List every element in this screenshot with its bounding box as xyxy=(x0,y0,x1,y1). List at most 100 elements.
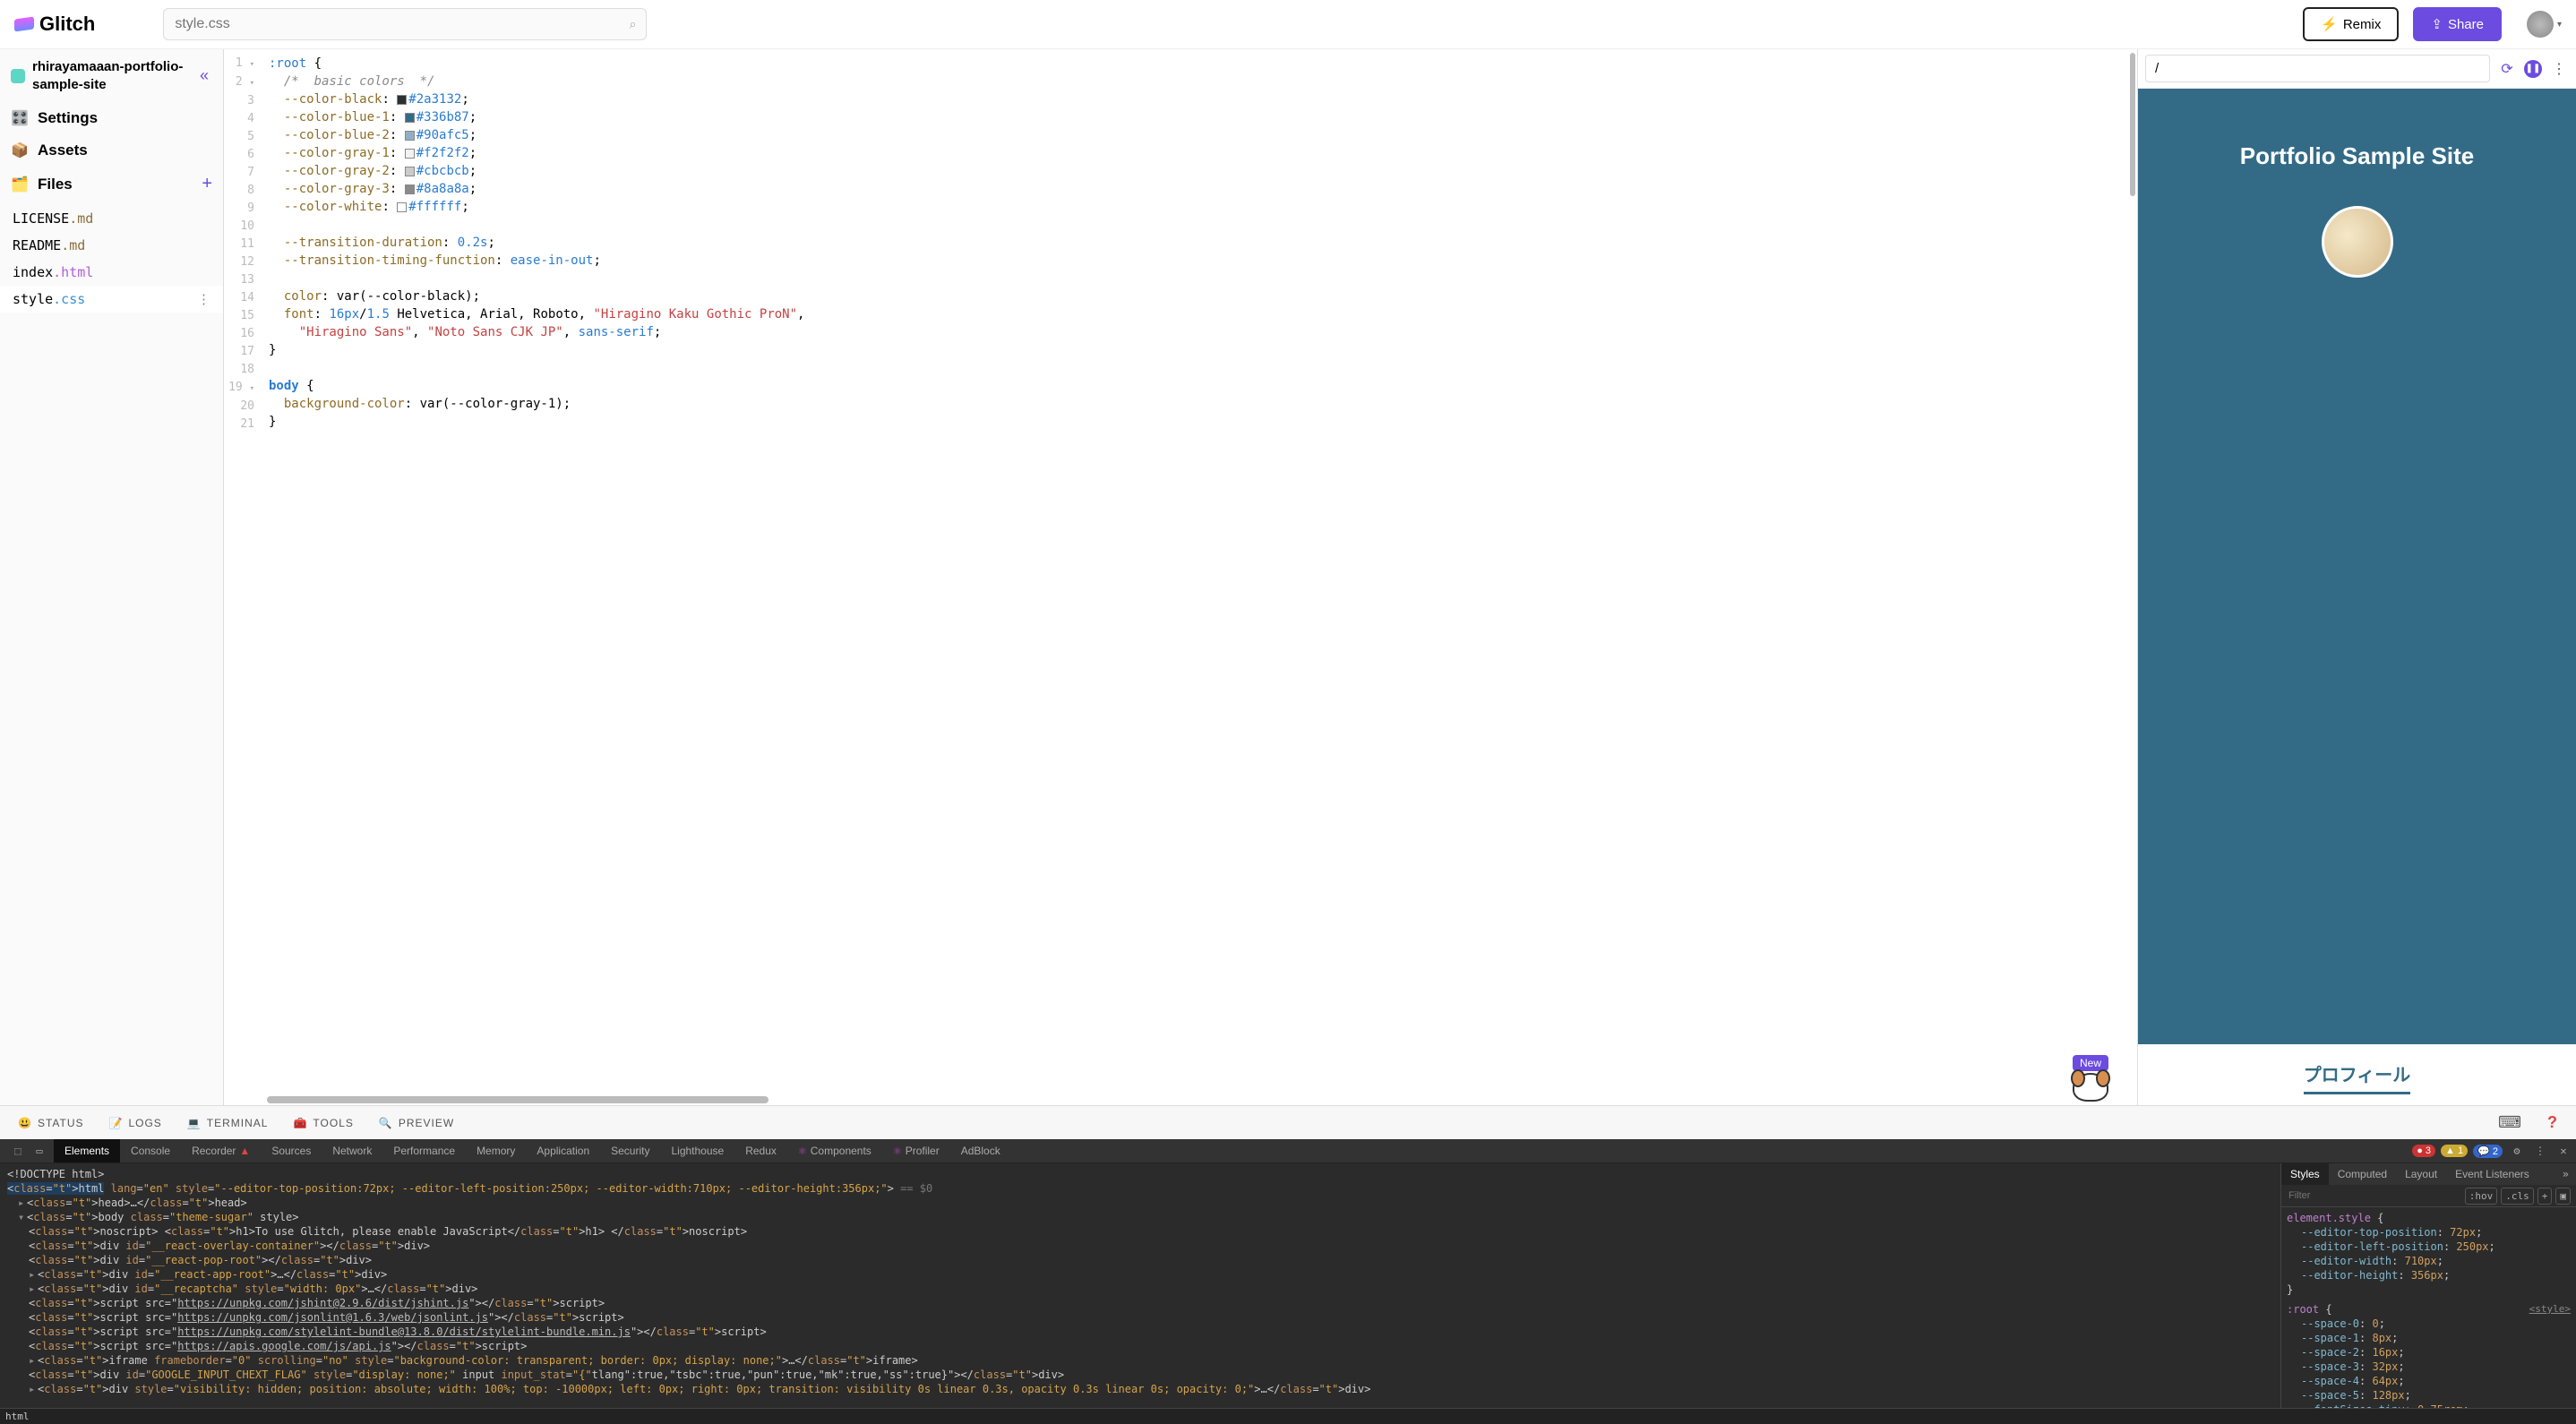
styles-filter-input[interactable] xyxy=(2287,1187,2461,1205)
styles-rules[interactable]: element.style {--editor-top-position: 72… xyxy=(2281,1207,2576,1408)
devtools-close-icon[interactable]: ✕ xyxy=(2555,1142,2572,1160)
preview-toolbar: ⟳ ❚❚ ⋮ xyxy=(2138,49,2576,89)
info-badge[interactable]: 💬 2 xyxy=(2473,1145,2503,1158)
devtools-tab[interactable]: ⚛ Profiler xyxy=(882,1139,950,1162)
styles-panel: StylesComputedLayoutEvent Listeners » :ho… xyxy=(2280,1163,2576,1408)
share-button[interactable]: ⇪ Share xyxy=(2413,7,2502,41)
footer-logs[interactable]: 📝LOGS xyxy=(109,1117,162,1129)
logs-icon: 📝 xyxy=(109,1117,124,1129)
line-gutter: 1 ▾2 ▾345678910111213141516171819 ▾2021 xyxy=(224,49,262,1105)
devtools: ⬚ ▭ ElementsConsoleRecorder ▲SourcesNetw… xyxy=(0,1139,2576,1424)
code-editor[interactable]: 1 ▾2 ▾345678910111213141516171819 ▾2021 … xyxy=(224,49,2137,1105)
devtools-tab[interactable]: Application xyxy=(526,1139,600,1162)
footer-tools[interactable]: 🧰TOOLS xyxy=(293,1117,353,1129)
devtools-tab[interactable]: Network xyxy=(322,1139,382,1162)
devtools-tab[interactable]: Lighthouse xyxy=(660,1139,734,1162)
project-icon xyxy=(11,69,25,83)
preview-menu-icon[interactable]: ⋮ xyxy=(2549,59,2569,79)
devtools-tab[interactable]: AdBlock xyxy=(950,1139,1011,1162)
devtools-settings-icon[interactable]: ⚙ xyxy=(2508,1142,2526,1160)
remix-icon: ⚡ xyxy=(2321,16,2338,32)
styles-subtab[interactable]: Layout xyxy=(2396,1163,2446,1185)
footer-keyboard[interactable]: ⌨ xyxy=(2498,1113,2522,1132)
glitch-logo-icon xyxy=(14,16,34,31)
styles-more-icon[interactable]: » xyxy=(2555,1163,2576,1185)
file-item[interactable]: style.css⋮ xyxy=(0,286,223,313)
devtools-tab[interactable]: Console xyxy=(120,1139,181,1162)
editor-footer: 😃STATUS 📝LOGS 💻TERMINAL 🧰TOOLS 🔍PREVIEW … xyxy=(0,1105,2576,1139)
collapse-sidebar-button[interactable]: « xyxy=(196,66,212,85)
devtools-tab[interactable]: Security xyxy=(600,1139,660,1162)
devtools-tab[interactable]: Redux xyxy=(734,1139,787,1162)
file-item[interactable]: LICENSE.md xyxy=(0,205,223,232)
preview-pane: ⟳ ❚❚ ⋮ Portfolio Sample Site プロフィール xyxy=(2137,49,2576,1105)
top-bar: Glitch ⌕ ⚡ Remix ⇪ Share ▾ xyxy=(0,0,2576,49)
keyboard-icon: ⌨ xyxy=(2498,1113,2522,1132)
tools-icon: 🧰 xyxy=(293,1117,307,1129)
sidebar: rhirayamaaan-portfolio-sample-site « 🎛️ … xyxy=(0,49,224,1105)
warning-badge[interactable]: ▲ 1 xyxy=(2441,1145,2468,1157)
error-badge[interactable]: ● 3 xyxy=(2412,1145,2435,1157)
share-icon: ⇪ xyxy=(2431,16,2443,32)
chevron-down-icon: ▾ xyxy=(2557,20,2562,30)
editor-hscroll[interactable] xyxy=(267,1096,769,1103)
file-menu-icon[interactable]: ⋮ xyxy=(197,291,210,307)
mascot-icon xyxy=(2073,1073,2108,1102)
boxmodel-icon[interactable]: ▣ xyxy=(2555,1188,2571,1205)
status-icon: 😃 xyxy=(18,1117,32,1129)
inspect-icon[interactable]: ⬚ xyxy=(9,1142,27,1160)
dom-breadcrumb[interactable]: html xyxy=(0,1408,2576,1424)
refresh-icon[interactable]: ⟳ xyxy=(2497,59,2517,79)
styles-subtab[interactable]: Styles xyxy=(2281,1163,2329,1185)
preview-url-input[interactable] xyxy=(2145,55,2490,82)
styles-subtab[interactable]: Computed xyxy=(2329,1163,2396,1185)
account-menu[interactable]: ▾ xyxy=(2527,11,2562,38)
brand-name: Glitch xyxy=(39,13,95,36)
footer-preview[interactable]: 🔍PREVIEW xyxy=(379,1117,454,1129)
preview-tab-profile[interactable]: プロフィール xyxy=(2304,1060,2411,1094)
devtools-tab[interactable]: Recorder ▲ xyxy=(181,1139,261,1162)
devtools-more-icon[interactable]: ⋮ xyxy=(2531,1142,2549,1160)
device-icon[interactable]: ▭ xyxy=(30,1142,48,1160)
project-header[interactable]: rhirayamaaan-portfolio-sample-site « xyxy=(0,49,223,102)
footer-help[interactable]: ? xyxy=(2547,1113,2558,1132)
styles-subtab[interactable]: Event Listeners xyxy=(2446,1163,2538,1185)
search-icon[interactable]: ⌕ xyxy=(630,17,637,32)
footer-terminal[interactable]: 💻TERMINAL xyxy=(187,1117,269,1129)
sidebar-assets[interactable]: 📦 Assets xyxy=(0,134,223,167)
remix-button[interactable]: ⚡ Remix xyxy=(2303,7,2399,41)
hov-toggle[interactable]: :hov xyxy=(2465,1188,2498,1205)
devtools-tab[interactable]: Memory xyxy=(466,1139,526,1162)
file-item[interactable]: README.md xyxy=(0,232,223,259)
styles-filter-row: :hov .cls + ▣ xyxy=(2281,1185,2576,1207)
preview-avatar xyxy=(2322,206,2393,278)
devtools-tab[interactable]: ⚛ Components xyxy=(787,1139,882,1162)
search-input[interactable] xyxy=(163,8,647,40)
footer-status[interactable]: 😃STATUS xyxy=(18,1117,84,1129)
dom-tree[interactable]: <!DOCTYPE html><class="t">html lang="en"… xyxy=(0,1163,2280,1408)
code-content[interactable]: :root { /* basic colors */ --color-black… xyxy=(262,49,2137,1105)
project-name: rhirayamaaan-portfolio-sample-site xyxy=(32,58,189,93)
pause-icon[interactable]: ❚❚ xyxy=(2524,60,2542,78)
devtools-tab[interactable]: Sources xyxy=(261,1139,322,1162)
glitch-logo[interactable]: Glitch xyxy=(14,13,95,36)
sidebar-files[interactable]: 🗂️ Files + xyxy=(0,167,223,202)
mascot[interactable]: New xyxy=(2065,1055,2116,1102)
assets-icon: 📦 xyxy=(11,142,29,159)
editor-vscroll[interactable] xyxy=(2128,49,2137,1105)
add-file-button[interactable]: + xyxy=(202,174,212,194)
devtools-tabs: ⬚ ▭ ElementsConsoleRecorder ▲SourcesNetw… xyxy=(0,1139,2576,1163)
devtools-tab[interactable]: Elements xyxy=(54,1139,120,1162)
search-wrap: ⌕ xyxy=(163,8,647,40)
file-item[interactable]: index.html xyxy=(0,259,223,286)
preview-viewport: Portfolio Sample Site プロフィール xyxy=(2138,89,2576,1105)
terminal-icon: 💻 xyxy=(187,1117,202,1129)
files-icon: 🗂️ xyxy=(11,176,29,193)
styles-tabs: StylesComputedLayoutEvent Listeners » xyxy=(2281,1163,2576,1185)
cls-toggle[interactable]: .cls xyxy=(2501,1188,2534,1205)
preview-icon: 🔍 xyxy=(379,1117,393,1129)
preview-page-title: Portfolio Sample Site xyxy=(2240,142,2475,170)
sidebar-settings[interactable]: 🎛️ Settings xyxy=(0,102,223,134)
devtools-tab[interactable]: Performance xyxy=(382,1139,466,1162)
add-rule-button[interactable]: + xyxy=(2537,1188,2553,1205)
